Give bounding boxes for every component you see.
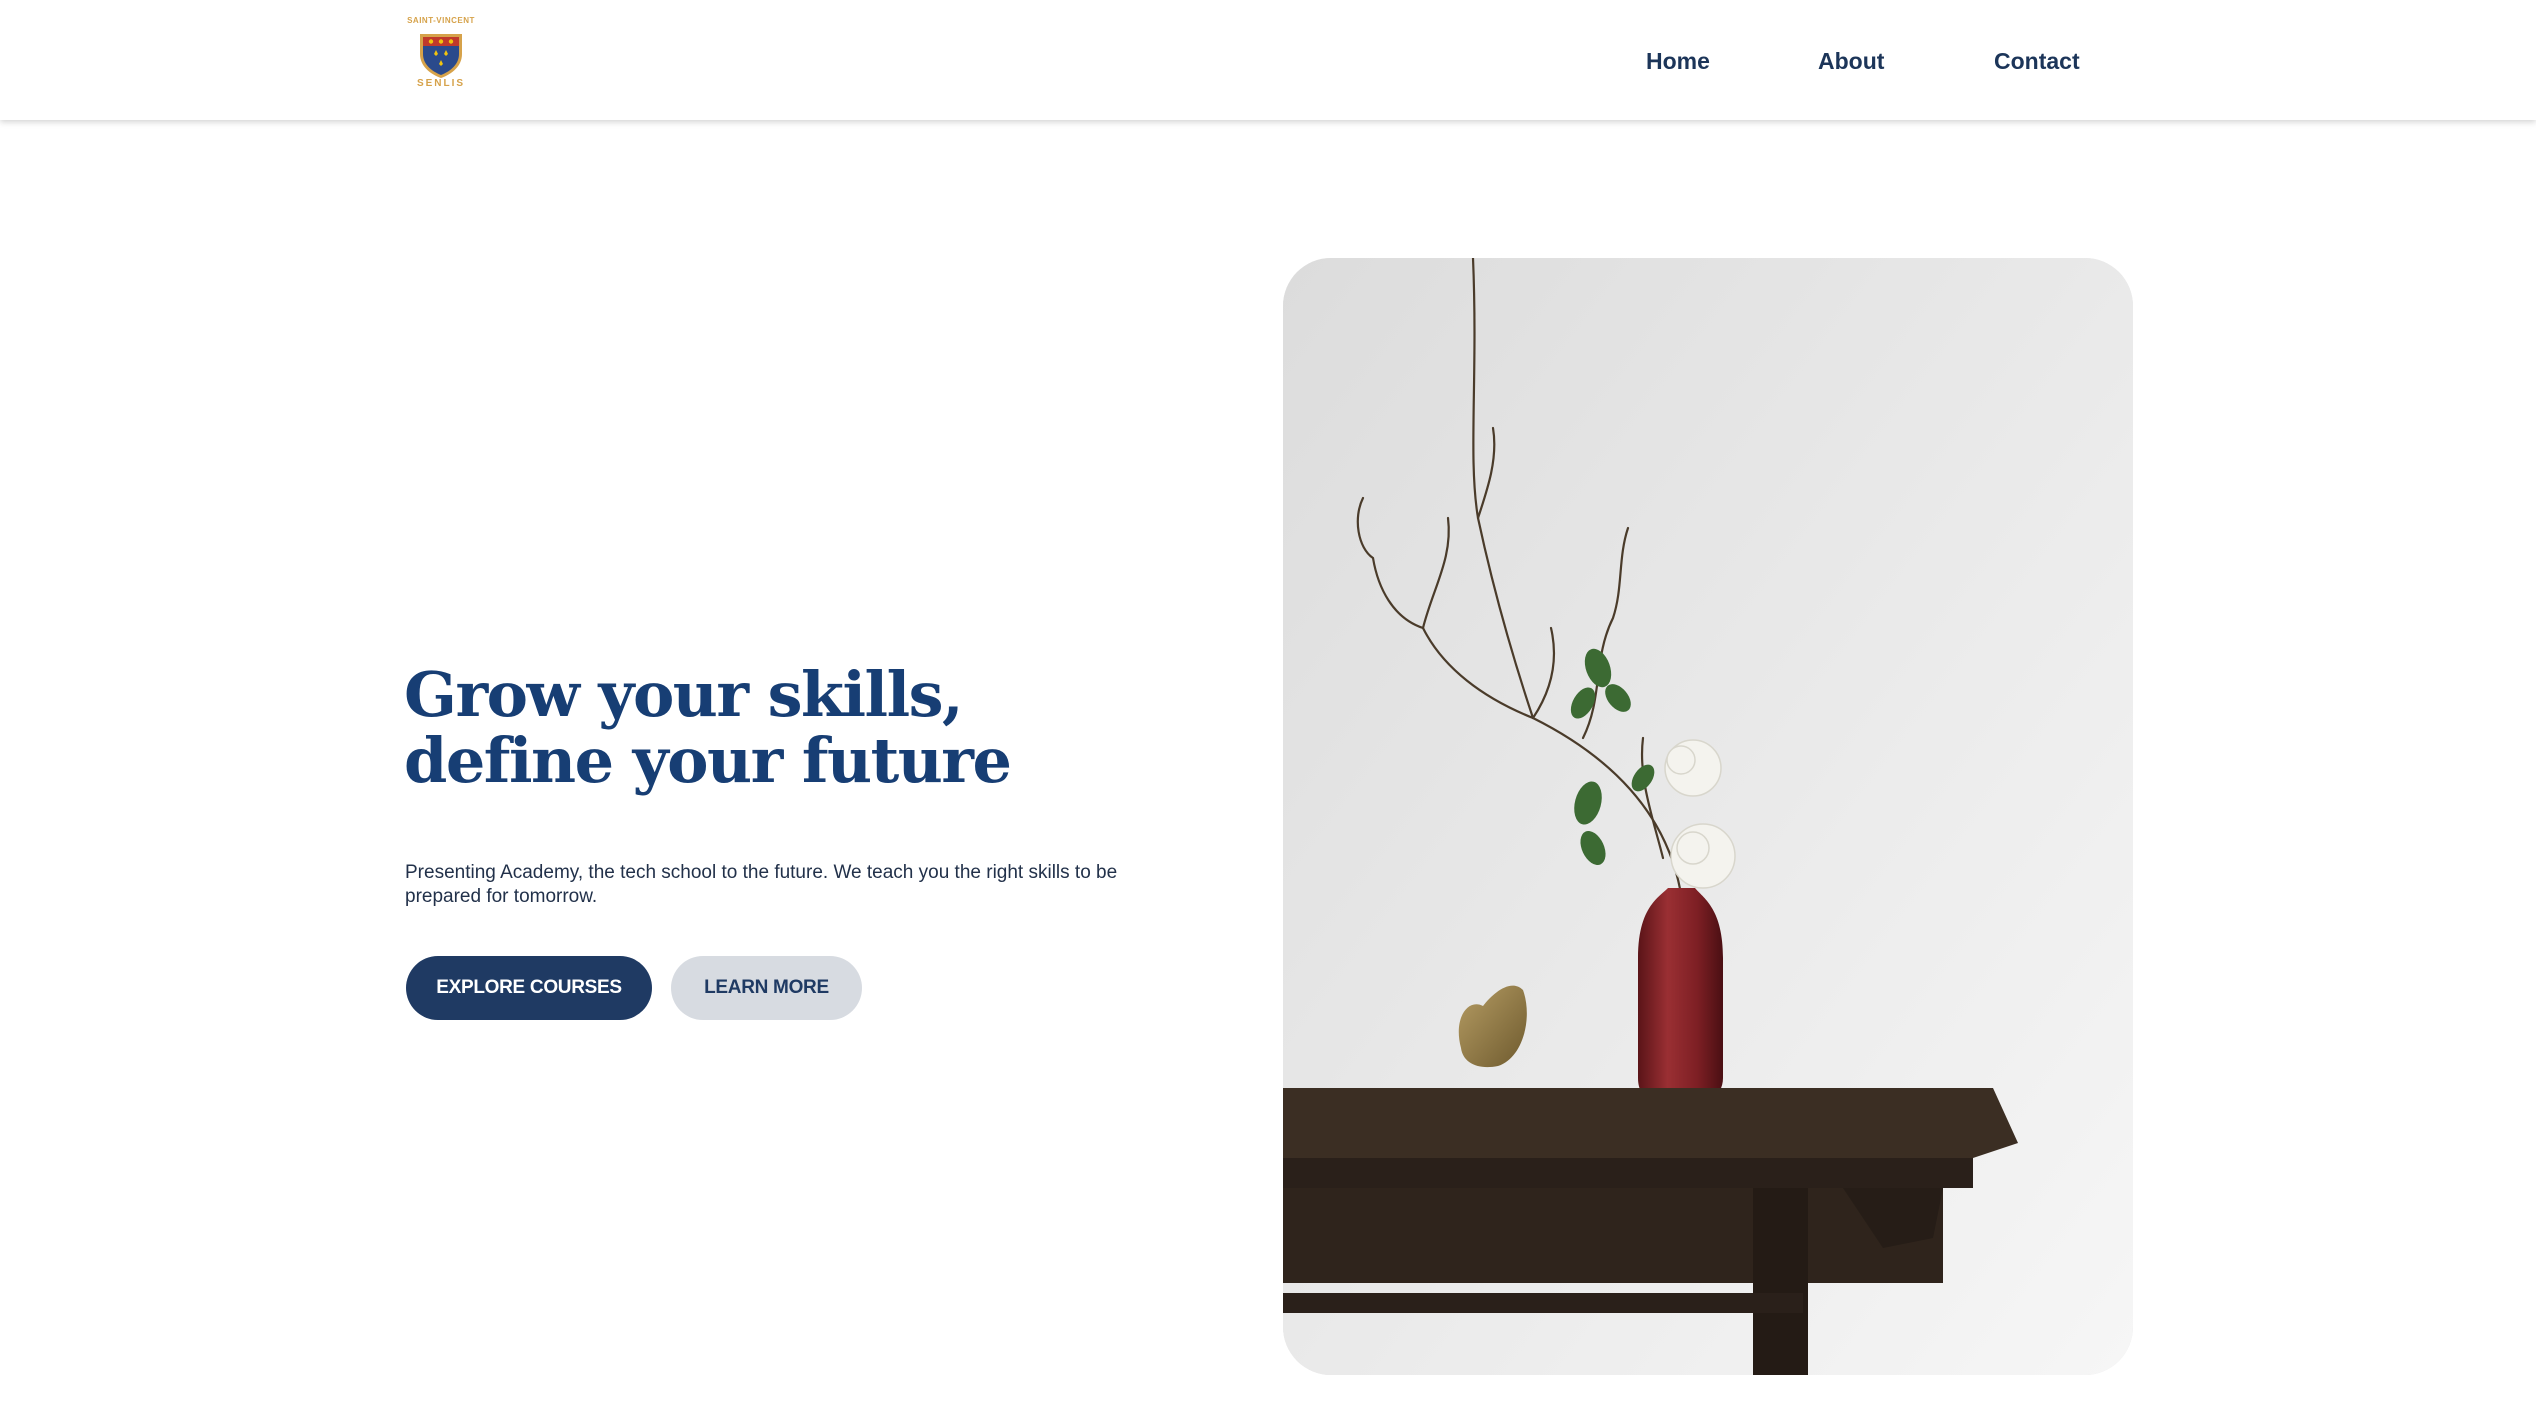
logo-bottom-text: SENLIS [416, 78, 466, 89]
nav-about-link[interactable]: About [1818, 44, 1884, 78]
hero-image [1283, 258, 2133, 1375]
logo-top-text: SAINT-VINCENT [407, 16, 475, 25]
site-header: SAINT-VINCENT SENLIS Home About Contact [0, 0, 2536, 120]
vase-still-life-illustration [1283, 258, 2133, 1375]
explore-courses-button[interactable]: EXPLORE COURSES [406, 956, 652, 1020]
main-nav: Home About Contact [0, 44, 2536, 78]
hero-title-line-1: Grow your skills, [404, 658, 964, 731]
hero-title-line-2: define your future [404, 724, 1012, 797]
nav-contact-link[interactable]: Contact [1994, 44, 2080, 78]
learn-more-button[interactable]: LEARN MORE [671, 956, 862, 1020]
hero-title: Grow your skills, define your future [404, 662, 1204, 794]
nav-home-link[interactable]: Home [1646, 44, 1710, 78]
hero-subtitle: Presenting Academy, the tech school to t… [405, 862, 1118, 907]
